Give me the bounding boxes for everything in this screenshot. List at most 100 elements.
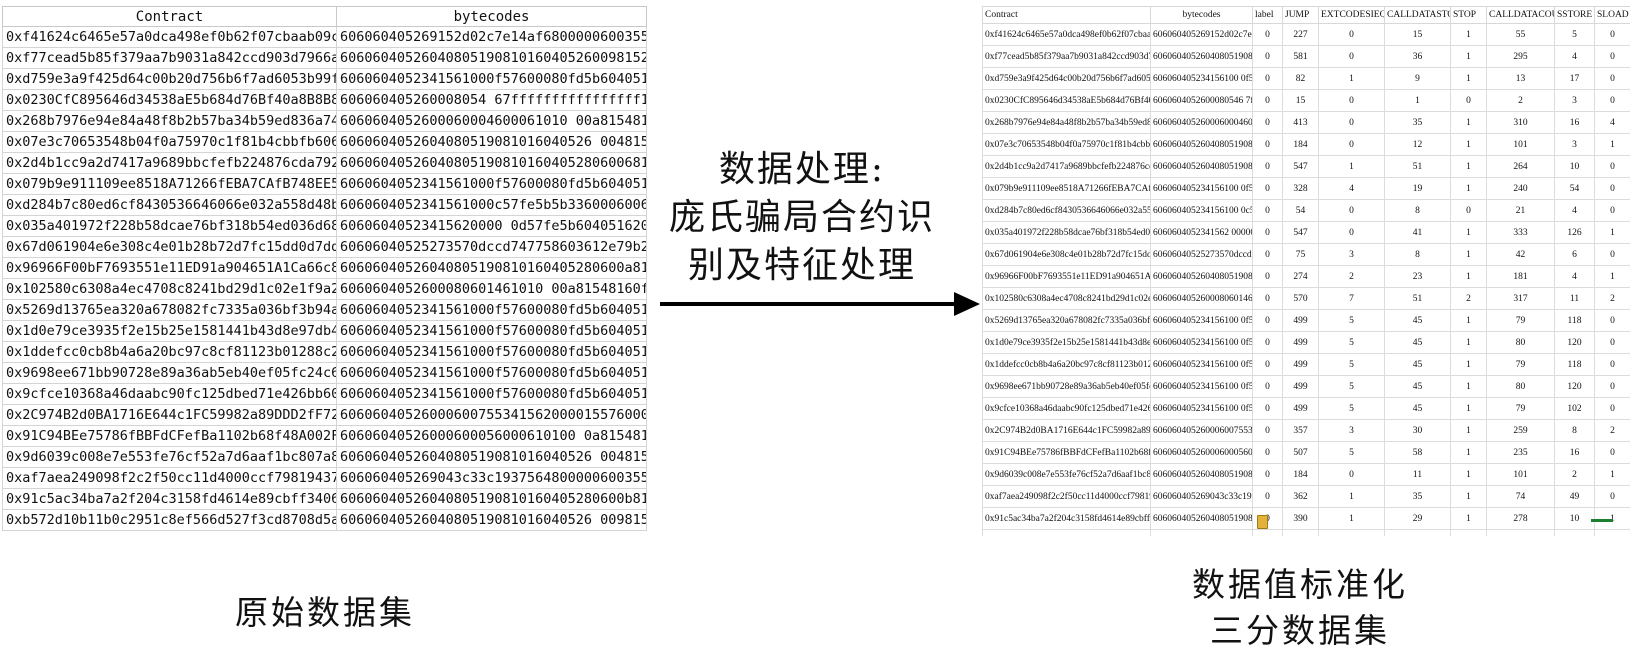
feature-value-cell[interactable]: 6: [1554, 529, 1595, 536]
bytecode-cell[interactable]: 6060604052341561000f57600080fd5b60405160…: [336, 173, 647, 195]
contract-address-cell[interactable]: 0xd759e3a9f425d64c00b20d756b6f7ad6053b99…: [982, 67, 1151, 90]
feature-value-cell[interactable]: 0: [1450, 89, 1487, 112]
feature-value-cell[interactable]: 302: [1282, 529, 1319, 536]
feature-value-cell[interactable]: 7: [1318, 287, 1385, 310]
feature-value-cell[interactable]: 45: [1384, 309, 1451, 332]
feature-value-cell[interactable]: 75: [1282, 243, 1319, 266]
feature-value-cell[interactable]: 0: [1594, 155, 1630, 178]
feature-value-cell[interactable]: 0: [1318, 221, 1385, 244]
feature-value-cell[interactable]: 17: [1554, 67, 1595, 90]
feature-value-cell[interactable]: 184: [1282, 133, 1319, 156]
feature-value-cell[interactable]: 1: [1450, 397, 1487, 420]
feature-value-cell[interactable]: 333: [1486, 221, 1555, 244]
feature-value-cell[interactable]: 357: [1282, 419, 1319, 442]
feature-value-cell[interactable]: 15: [1384, 23, 1451, 46]
contract-address-cell[interactable]: 0x91c5ac34ba7a2f204c3158fd4614e89cbff340…: [982, 507, 1151, 530]
feature-value-cell[interactable]: 74: [1486, 485, 1555, 508]
feature-value-cell[interactable]: 120: [1554, 375, 1595, 398]
feature-value-cell[interactable]: 0: [1252, 265, 1283, 288]
feature-value-cell[interactable]: 5: [1318, 309, 1385, 332]
bytecode-cell[interactable]: 606060405234156100 0f576000E: [1150, 397, 1253, 420]
feature-value-cell[interactable]: 5: [1318, 441, 1385, 464]
bytecode-cell[interactable]: 6060604052341561000f57600080fd5b60405160…: [336, 362, 647, 384]
feature-value-cell[interactable]: 120: [1554, 331, 1595, 354]
feature-value-cell[interactable]: 0: [1594, 309, 1630, 332]
feature-value-cell[interactable]: 0: [1252, 419, 1283, 442]
feature-value-cell[interactable]: 45: [1384, 353, 1451, 376]
bytecode-cell[interactable]: 60606040526040805190810160405280600a8152…: [336, 257, 647, 279]
bytecode-cell[interactable]: 606060405234156100 0f576000E: [1150, 375, 1253, 398]
bytecode-cell[interactable]: 6060604052341561000f57600080fd5b60405160…: [336, 320, 647, 342]
feature-value-cell[interactable]: 118: [1554, 309, 1595, 332]
feature-value-cell[interactable]: 0: [1594, 353, 1630, 376]
feature-value-cell[interactable]: 362: [1282, 485, 1319, 508]
bytecode-cell[interactable]: 60606040526000600056000610100 0a81548160…: [336, 425, 647, 447]
feature-value-cell[interactable]: 45: [1384, 331, 1451, 354]
feature-value-cell[interactable]: 1: [1450, 155, 1487, 178]
feature-value-cell[interactable]: 0: [1594, 485, 1630, 508]
feature-value-cell[interactable]: 95: [1486, 529, 1555, 536]
bytecode-cell[interactable]: 6060604052341561000f57600080fd5b60405160…: [336, 383, 647, 405]
feature-value-cell[interactable]: 1: [1450, 441, 1487, 464]
bytecode-cell[interactable]: 606060405260006007553415620: [1150, 419, 1253, 442]
feature-value-cell[interactable]: 1: [1450, 133, 1487, 156]
contract-address-cell[interactable]: 0x0230CfC895646d34538aE5b684d76Bf40a8B8B…: [982, 89, 1151, 112]
feature-value-cell[interactable]: 0: [1318, 529, 1385, 536]
feature-value-cell[interactable]: 24: [1384, 529, 1451, 536]
bytecode-cell[interactable]: 6060604052600060005600061010: [1150, 441, 1253, 464]
feature-value-cell[interactable]: 1: [1450, 353, 1487, 376]
feature-value-cell[interactable]: 5: [1318, 397, 1385, 420]
bytecode-cell[interactable]: 606060405234156100 0f576000: [1150, 67, 1253, 90]
bytecode-cell[interactable]: 60606040525273570dccd747758C: [1150, 243, 1253, 266]
feature-value-cell[interactable]: 1: [1594, 463, 1630, 486]
bytecode-cell[interactable]: 6060604052600080601461010 00a81548160ff0…: [336, 278, 647, 300]
feature-value-cell[interactable]: 19: [1384, 177, 1451, 200]
feature-value-cell[interactable]: 507: [1282, 441, 1319, 464]
feature-value-cell[interactable]: 1: [1450, 111, 1487, 134]
bytecode-cell[interactable]: 60606040526040805190810160405260098152 7…: [336, 47, 647, 69]
contract-address-cell[interactable]: 0x9cfce10368a46daabc90fc125dbed71e426bb6…: [2, 383, 337, 405]
feature-value-cell[interactable]: 0: [1450, 199, 1487, 222]
feature-value-cell[interactable]: 1: [1450, 243, 1487, 266]
feature-value-cell[interactable]: 0: [1252, 45, 1283, 68]
contract-address-cell[interactable]: 0x1d0e79ce3935f2e15b25e1581441b43d8e97db…: [982, 331, 1151, 354]
bytecode-cell[interactable]: 60606040523415620000 0d57fe5b60405162002…: [336, 215, 647, 237]
feature-value-cell[interactable]: 0: [1252, 441, 1283, 464]
feature-value-cell[interactable]: 1: [1450, 463, 1487, 486]
contract-address-cell[interactable]: 0x91C94BEe75786fBBFdCFefBa1102b68f48A002…: [982, 441, 1151, 464]
contract-address-cell[interactable]: 0xf41624c6465e57a0dca498ef0b62f07cbaab09…: [982, 23, 1151, 46]
feature-value-cell[interactable]: 10: [1554, 155, 1595, 178]
feature-value-cell[interactable]: 390: [1282, 507, 1319, 530]
feature-value-cell[interactable]: 264: [1486, 155, 1555, 178]
contract-address-cell[interactable]: 0xd284b7c80ed6cf8430536646066e032a558d48…: [982, 199, 1151, 222]
bytecode-cell[interactable]: 6060604052604080519081016 04: [1150, 529, 1253, 536]
feature-value-cell[interactable]: 1: [1450, 177, 1487, 200]
feature-value-cell[interactable]: 0: [1252, 111, 1283, 134]
feature-value-cell[interactable]: 11: [1554, 287, 1595, 310]
feature-value-cell[interactable]: 8: [1384, 199, 1451, 222]
feature-value-cell[interactable]: 1: [1318, 507, 1385, 530]
bytecode-cell[interactable]: 6060604052604080519081016040526 00481527…: [336, 446, 647, 468]
feature-value-cell[interactable]: 51: [1384, 155, 1451, 178]
contract-address-cell[interactable]: 0x035a401972f228b58dcae76bf318b54ed036d6…: [982, 221, 1151, 244]
feature-value-cell[interactable]: 0: [1594, 243, 1630, 266]
feature-value-cell[interactable]: 295: [1486, 45, 1555, 68]
feature-value-cell[interactable]: 79: [1486, 353, 1555, 376]
bytecode-cell[interactable]: 6060604052604080519081016 04: [1150, 155, 1253, 178]
feature-value-cell[interactable]: 499: [1282, 353, 1319, 376]
feature-value-cell[interactable]: 0: [1252, 243, 1283, 266]
contract-address-cell[interactable]: 0x102580c6308a4ec4708c8241bd29d1c02e1f9a…: [2, 278, 337, 300]
contract-address-cell[interactable]: 0x9d6039c008e7e553fe76cf52a7d6aaf1bc807a…: [2, 446, 337, 468]
feature-value-cell[interactable]: 0: [1594, 441, 1630, 464]
feature-value-cell[interactable]: 54: [1282, 199, 1319, 222]
bytecode-cell[interactable]: 606060405234156100 0f576000E: [1150, 309, 1253, 332]
bytecode-cell[interactable]: 6060604052604080519081016 04: [1150, 463, 1253, 486]
bytecode-cell[interactable]: 606060405234156100 0f576000E: [1150, 353, 1253, 376]
feature-value-cell[interactable]: 547: [1282, 221, 1319, 244]
contract-address-cell[interactable]: 0x102580c6308a4ec4708c8241bd29d1c02e1f9a…: [982, 287, 1151, 310]
feature-value-cell[interactable]: 0: [1594, 45, 1630, 68]
feature-value-cell[interactable]: 126: [1554, 221, 1595, 244]
feature-value-cell[interactable]: 5: [1554, 23, 1595, 46]
contract-address-cell[interactable]: 0xf77cead5b85f379aa7b9031a842ccd903d7966…: [982, 45, 1151, 68]
feature-value-cell[interactable]: 0: [1318, 45, 1385, 68]
